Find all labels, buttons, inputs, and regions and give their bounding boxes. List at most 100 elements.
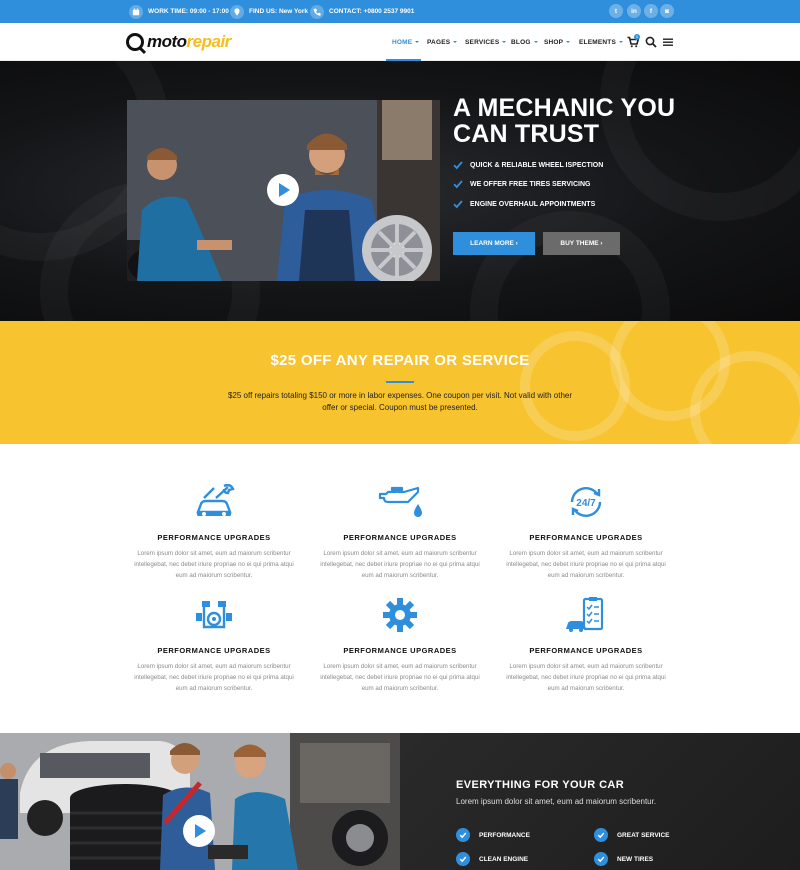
feature-card: 24/7 PERFORMANCE UPGRADES Lorem ipsum do…	[501, 484, 671, 581]
hero-title-line1: A MECHANIC YOU	[453, 94, 676, 122]
checklist-car-icon	[566, 597, 604, 632]
hero-title: A MECHANIC YOU CAN TRUST	[453, 95, 713, 147]
learn-more-label: LEARN MORE	[470, 240, 514, 247]
menu-icon[interactable]	[662, 36, 674, 48]
gear-icon	[383, 598, 417, 632]
feature-title: PERFORMANCE UPGRADES	[157, 533, 271, 542]
feature-card: PERFORMANCE UPGRADES Lorem ipsum dolor s…	[315, 484, 485, 581]
play-button[interactable]	[267, 174, 299, 206]
feature-title: PERFORMANCE UPGRADES	[529, 533, 643, 542]
twitter-icon[interactable]: t	[609, 4, 623, 18]
linkedin-icon[interactable]: in	[627, 4, 641, 18]
nav-pages-label: PAGES	[427, 38, 451, 46]
feature-card: PERFORMANCE UPGRADES Lorem ipsum dolor s…	[315, 597, 485, 694]
engine-icon	[196, 601, 232, 629]
hero-check-text: WE OFFER FREE TIRES SERVICING	[470, 180, 591, 188]
feature-text: Lorem ipsum dolor sit amet, eum ad maior…	[134, 663, 294, 692]
chevron-down-icon	[566, 41, 571, 43]
buy-theme-label: BUY THEME	[560, 240, 599, 247]
feature-text: Lorem ipsum dolor sit amet, eum ad maior…	[506, 550, 666, 579]
feature-check-label: NEW TIRES	[617, 855, 654, 863]
nav-elements[interactable]: ELEMENTS	[579, 23, 623, 61]
feature-card: PERFORMANCE UPGRADES Lorem ipsum dolor s…	[129, 597, 299, 694]
feature-text: Lorem ipsum dolor sit amet, eum ad maior…	[506, 663, 666, 692]
chevron-down-icon	[502, 41, 507, 43]
play-button[interactable]	[183, 815, 215, 847]
logo[interactable]: motorepair	[126, 32, 231, 52]
feature-card: PERFORMANCE UPGRADES Lorem ipsum dolor s…	[129, 483, 299, 581]
feature-check-label: CLEAN ENGINE	[479, 855, 529, 863]
feature-title: PERFORMANCE UPGRADES	[157, 646, 271, 655]
checkmark-icon	[453, 200, 463, 209]
logo-mark-icon	[126, 33, 144, 51]
everything-title: EVERYTHING FOR YOUR CAR	[456, 779, 625, 791]
check-circle-icon	[456, 828, 470, 842]
svg-text:24/7: 24/7	[576, 498, 596, 509]
calendar-icon	[129, 4, 143, 19]
nav-home[interactable]: HOME	[392, 23, 420, 61]
find-us: FIND US: New York	[230, 0, 308, 23]
chevron-down-icon	[533, 41, 538, 43]
logo-text: motorepair	[147, 32, 231, 52]
feature-check-item: NEW TIRES	[594, 852, 653, 866]
chevron-right-icon: ›	[600, 240, 603, 247]
work-time-text: WORK TIME: 09:00 - 17:00	[148, 8, 229, 15]
car-wrench-icon	[196, 483, 235, 516]
nav-shop[interactable]: SHOP	[544, 23, 571, 61]
feature-card: PERFORMANCE UPGRADES Lorem ipsum dolor s…	[501, 597, 671, 694]
hero-check-item: WE OFFER FREE TIRES SERVICING	[453, 178, 590, 190]
feature-title: PERFORMANCE UPGRADES	[529, 646, 643, 655]
header: motorepair HOME PAGES SERVICES BLOG SHOP…	[0, 23, 800, 61]
nav-elements-label: ELEMENTS	[579, 38, 616, 46]
top-bar: WORK TIME: 09:00 - 17:00 FIND US: New Yo…	[0, 0, 800, 23]
hero-check-text: ENGINE OVERHAUL APPOINTMENTS	[470, 200, 596, 208]
buy-theme-button[interactable]: BUY THEME ›	[543, 232, 620, 255]
promo-title: $25 OFF ANY REPAIR OR SERVICE	[270, 352, 530, 369]
feature-check-item: GREAT SERVICE	[594, 828, 670, 842]
hero-check-item: ENGINE OVERHAUL APPOINTMENTS	[453, 198, 595, 210]
nav-shop-label: SHOP	[544, 38, 564, 46]
feature-title: PERFORMANCE UPGRADES	[343, 646, 457, 655]
feature-text: Lorem ipsum dolor sit amet, eum ad maior…	[320, 550, 480, 579]
hero-video[interactable]	[127, 100, 440, 281]
nav-pages[interactable]: PAGES	[427, 23, 458, 61]
work-time: WORK TIME: 09:00 - 17:00	[129, 0, 229, 23]
nav-home-label: HOME	[392, 38, 413, 46]
feature-text: Lorem ipsum dolor sit amet, eum ad maior…	[134, 550, 294, 579]
search-icon[interactable]	[645, 36, 657, 48]
feature-check-label: GREAT SERVICE	[617, 831, 670, 839]
chevron-down-icon	[619, 41, 623, 43]
cart-count-badge: 0	[634, 34, 640, 40]
feature-check-item: PERFORMANCE	[456, 828, 530, 842]
location-pin-icon	[230, 4, 244, 19]
hero-title-line2: CAN TRUST	[453, 120, 600, 148]
feature-text: Lorem ipsum dolor sit amet, eum ad maior…	[320, 663, 480, 692]
workshop-video[interactable]	[0, 733, 400, 870]
feature-title: PERFORMANCE UPGRADES	[343, 533, 457, 542]
workshop-photo	[0, 733, 400, 870]
instagram-icon[interactable]: ◙	[660, 4, 674, 18]
chevron-right-icon: ›	[515, 240, 518, 247]
promo-text: $25 off repairs totaling $150 or more in…	[227, 391, 573, 412]
nav-blog[interactable]: BLOG	[511, 23, 538, 61]
chevron-down-icon	[415, 41, 420, 43]
check-circle-icon	[594, 828, 608, 842]
nav-services[interactable]: SERVICES	[465, 23, 507, 61]
phone-icon	[310, 4, 324, 19]
chevron-down-icon	[453, 41, 458, 43]
checkmark-icon	[453, 180, 463, 189]
check-circle-icon	[456, 852, 470, 866]
contact: CONTACT: +0800 2537 9901	[310, 0, 414, 23]
check-circle-icon	[594, 852, 608, 866]
logo-repair: repair	[186, 32, 232, 51]
promo-divider	[386, 381, 414, 383]
facebook-icon[interactable]: f	[644, 4, 658, 18]
nav-blog-label: BLOG	[511, 38, 531, 46]
everything-subtitle: Lorem ipsum dolor sit amet, eum ad maior…	[456, 797, 657, 806]
learn-more-button[interactable]: LEARN MORE ›	[453, 232, 535, 255]
find-us-text: FIND US: New York	[249, 8, 308, 15]
hero-section: A MECHANIC YOU CAN TRUST	[0, 61, 800, 321]
oil-can-icon	[378, 486, 422, 517]
checkmark-icon	[453, 161, 463, 170]
hero-check-item: QUICK & RELIABLE WHEEL ISPECTION	[453, 159, 603, 171]
